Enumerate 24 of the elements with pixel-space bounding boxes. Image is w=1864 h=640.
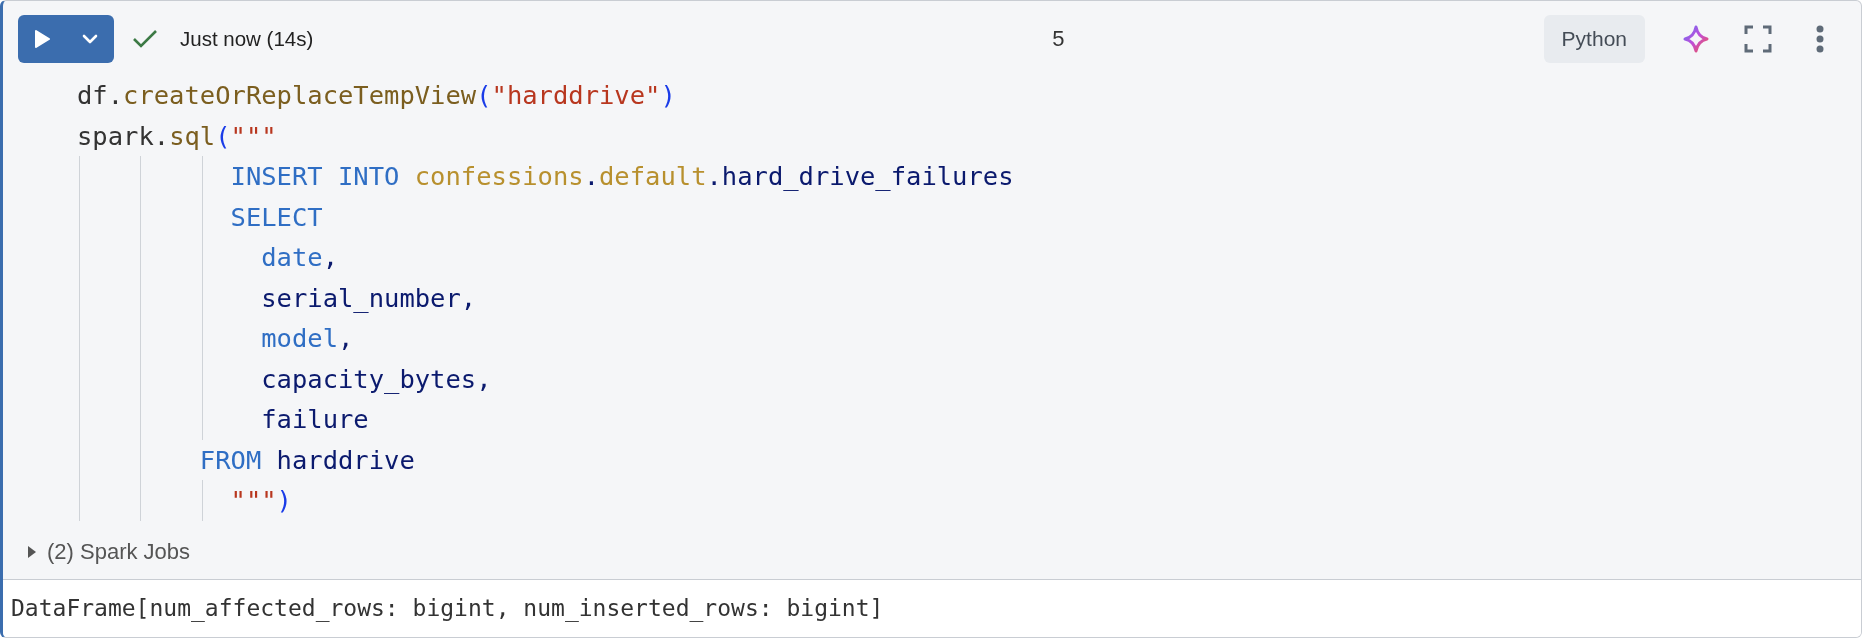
code-line: model, xyxy=(260,323,354,353)
code-line: capacity_bytes, xyxy=(260,363,492,394)
spark-jobs-toggle[interactable]: (2) Spark Jobs xyxy=(27,538,191,565)
code-line: date, xyxy=(260,242,338,272)
sparkle-icon xyxy=(1682,24,1710,54)
run-button-group[interactable] xyxy=(18,15,114,63)
expand-icon xyxy=(1744,25,1772,53)
chevron-down-icon xyxy=(82,34,98,44)
code-line: failure xyxy=(260,404,369,434)
code-line: INSERT INTO confessions.default.hard_drive_failures xyxy=(229,161,1014,191)
run-status: Just now (14s) xyxy=(180,27,314,51)
kebab-menu-icon xyxy=(1816,25,1824,53)
code-line: serial_number, xyxy=(260,282,477,313)
code-line: spark.sql(""" xyxy=(77,120,277,151)
code-line: """) xyxy=(229,485,292,515)
code-line: FROM harddrive xyxy=(198,444,415,475)
play-icon xyxy=(34,30,50,48)
caret-right-icon xyxy=(27,544,37,559)
code-line: SELECT xyxy=(229,201,323,232)
code-line: df.createOrReplaceTempView("harddrive") xyxy=(77,80,676,110)
cell-number: 5 xyxy=(1051,26,1066,52)
output-text: DataFrame[num_affected_rows: bigint, num_inserted_rows: bigint] xyxy=(11,595,884,622)
language-button[interactable]: Python xyxy=(1543,15,1645,63)
code-editor[interactable]: df.createOrReplaceTempView("harddrive") spark.sql(""" INSERT INTO confessions.default.hard_drive_failures SELECT date, serial_number, model, capacity_bytes, failure FROM harddrive """) xyxy=(3,75,1861,521)
